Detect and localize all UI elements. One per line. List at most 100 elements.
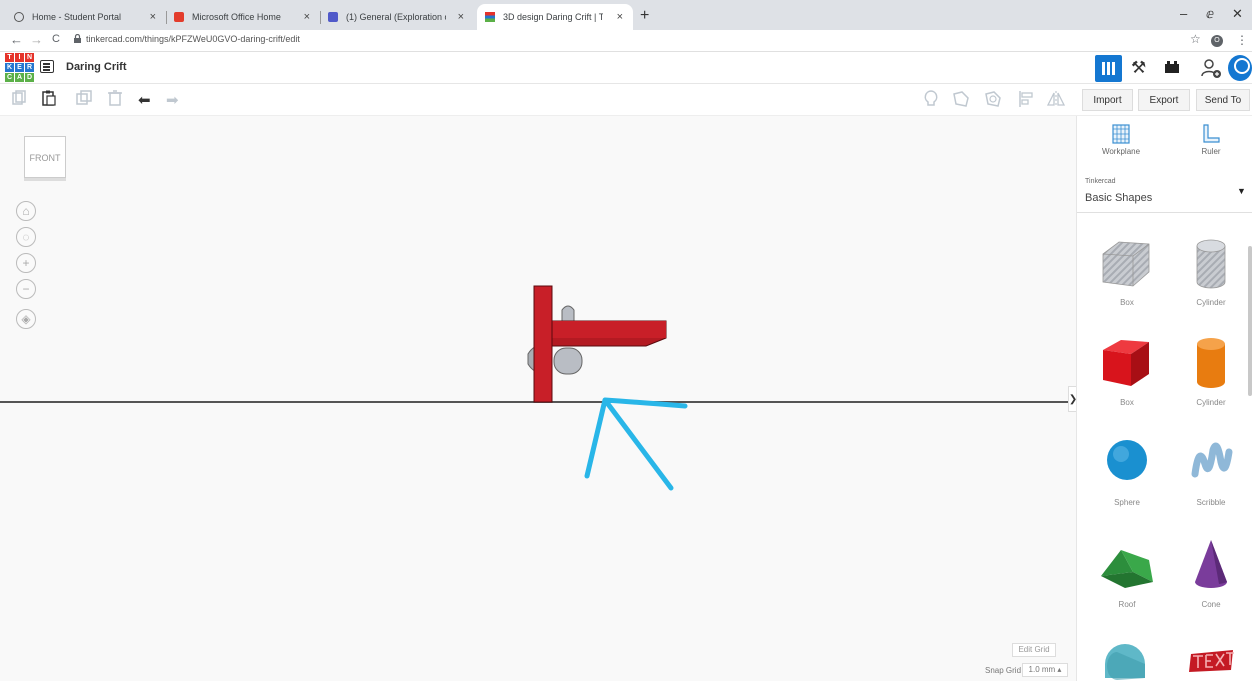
- snap-grid-select[interactable]: 1.0 mm ▴: [1022, 663, 1068, 677]
- shapes-panel: Workplane Ruler Tinkercad Basic Shapes ▼…: [1076, 116, 1252, 681]
- paste-icon[interactable]: [42, 90, 56, 106]
- avatar[interactable]: [1228, 55, 1252, 81]
- tinkercad-icon: [485, 12, 495, 22]
- globe-icon: [14, 12, 24, 22]
- tab-office-home[interactable]: Microsoft Office Home ×: [166, 4, 320, 30]
- build-hammer-icon[interactable]: ⚒: [1131, 58, 1146, 78]
- bulb-note-icon[interactable]: [924, 90, 938, 108]
- new-tab-button[interactable]: +: [640, 7, 649, 25]
- teams-icon: [328, 12, 338, 22]
- mirror-icon[interactable]: [1046, 90, 1066, 108]
- ungroup-icon[interactable]: [984, 90, 1002, 108]
- close-window-button[interactable]: ✕: [1232, 6, 1243, 22]
- box-hole-icon: [1102, 241, 1150, 287]
- close-icon[interactable]: ×: [617, 11, 623, 23]
- chevron-down-icon[interactable]: ▼: [1237, 186, 1246, 196]
- office-icon: [174, 12, 184, 22]
- red-post[interactable]: [533, 285, 553, 403]
- roof-icon: [1101, 550, 1153, 588]
- fit-view-icon[interactable]: ◌: [16, 227, 36, 247]
- library-select[interactable]: Basic Shapes: [1085, 192, 1152, 204]
- shape-label: Roof: [1118, 600, 1136, 609]
- add-user-icon[interactable]: [1200, 57, 1222, 79]
- forward-button[interactable]: →: [30, 32, 43, 47]
- shape-box[interactable]: Box: [1087, 334, 1167, 407]
- bricks-icon[interactable]: [1165, 61, 1179, 73]
- shape-cylinder[interactable]: Cylinder: [1171, 334, 1251, 407]
- send-to-button[interactable]: Send To: [1196, 89, 1250, 111]
- shape-cone[interactable]: Cone: [1171, 536, 1251, 609]
- edit-grid-button[interactable]: Edit Grid: [1012, 643, 1056, 657]
- cone-icon: [1195, 540, 1227, 588]
- tinkercad-logo[interactable]: TIN KER CAD: [5, 53, 34, 82]
- shape-box-hole[interactable]: Box: [1087, 234, 1167, 307]
- import-button[interactable]: Import: [1082, 89, 1133, 111]
- tab-tinkercad[interactable]: 3D design Daring Crift | Tinkercad ×: [477, 4, 633, 30]
- shape-half-cylinder[interactable]: [1087, 636, 1167, 686]
- align-icon[interactable]: [1018, 90, 1034, 108]
- design-list-icon[interactable]: [40, 60, 54, 73]
- panel-scrollbar[interactable]: [1248, 246, 1252, 396]
- undo-icon[interactable]: ⬅: [138, 91, 151, 109]
- logo-letter: I: [15, 53, 24, 62]
- shape-label: Cylinder: [1196, 298, 1226, 307]
- browser-tab-bar: Home - Student Portal × Microsoft Office…: [0, 0, 1252, 30]
- minimize-button[interactable]: –: [1180, 6, 1187, 21]
- logo-letter: K: [5, 63, 14, 72]
- shape-label: Scribble: [1196, 498, 1226, 507]
- extension-icon[interactable]: O: [1211, 35, 1223, 47]
- close-icon[interactable]: ×: [304, 11, 310, 23]
- close-icon[interactable]: ×: [150, 11, 156, 23]
- browser-menu-icon[interactable]: ⋮: [1236, 33, 1248, 47]
- home-view-icon[interactable]: ⌂: [16, 201, 36, 221]
- logo-letter: A: [15, 73, 24, 82]
- panel-expander[interactable]: ❯: [1068, 386, 1076, 412]
- group-icon[interactable]: [952, 90, 970, 108]
- logo-letter: C: [5, 73, 14, 82]
- zoom-out-icon[interactable]: −: [16, 279, 36, 299]
- shape-label: Box: [1120, 298, 1134, 307]
- project-name[interactable]: Daring Crift: [66, 61, 127, 73]
- workplane-canvas[interactable]: FRONT ⌂ ◌ + − ◈ ❯ Edit Grid Snap Grid 1.…: [0, 116, 1076, 681]
- logo-letter: T: [5, 53, 14, 62]
- perspective-icon[interactable]: ◈: [16, 309, 36, 329]
- ruler-label: Ruler: [1201, 147, 1221, 156]
- ruler-tool[interactable]: Ruler: [1181, 120, 1241, 156]
- red-arm-face: [550, 321, 666, 338]
- tab-label: (1) General (Exploration of Robot: [346, 12, 446, 22]
- maximize-button[interactable]: ⅇ: [1206, 6, 1214, 22]
- snap-grid-label: Snap Grid: [985, 666, 1022, 675]
- 3d-view-button[interactable]: [1095, 55, 1122, 82]
- app-header: TIN KER CAD Daring Crift ⚒: [0, 52, 1252, 84]
- shape-label: Cylinder: [1196, 398, 1226, 407]
- zoom-in-icon[interactable]: +: [16, 253, 36, 273]
- tab-label: Microsoft Office Home: [192, 12, 281, 22]
- url-field[interactable]: tinkercad.com/things/kPFZWeU0GVO-daring-…: [86, 34, 300, 44]
- import-export-bar: Import Export Send To: [1076, 84, 1252, 116]
- cylinder-hole-icon: [1196, 239, 1226, 289]
- ruler-icon: [1203, 124, 1220, 143]
- reload-button[interactable]: C: [52, 33, 60, 45]
- shape-label: Box: [1120, 398, 1134, 407]
- shape-text[interactable]: [1171, 642, 1251, 687]
- close-icon[interactable]: ×: [458, 11, 464, 23]
- design-model[interactable]: [520, 282, 720, 412]
- sphere-icon: [1107, 440, 1147, 480]
- export-button[interactable]: Export: [1138, 89, 1190, 111]
- back-button[interactable]: ←: [10, 32, 23, 47]
- bookmark-star-icon[interactable]: ☆: [1190, 32, 1201, 46]
- delete-icon[interactable]: [108, 90, 122, 106]
- copy-icon[interactable]: [12, 90, 26, 106]
- shape-sphere[interactable]: Sphere: [1087, 434, 1167, 507]
- redo-icon[interactable]: ➡: [166, 91, 179, 109]
- logo-letter: R: [25, 63, 34, 72]
- view-cube[interactable]: FRONT: [24, 136, 66, 178]
- tab-student-portal[interactable]: Home - Student Portal ×: [6, 4, 166, 30]
- workplane-tool[interactable]: Workplane: [1091, 120, 1151, 156]
- tab-teams-general[interactable]: (1) General (Exploration of Robot ×: [320, 4, 474, 30]
- grey-cylinder[interactable]: [553, 347, 583, 375]
- duplicate-icon[interactable]: [76, 90, 92, 106]
- shape-scribble[interactable]: Scribble: [1171, 434, 1251, 507]
- shape-roof[interactable]: Roof: [1087, 536, 1167, 609]
- shape-cylinder-hole[interactable]: Cylinder: [1171, 234, 1251, 307]
